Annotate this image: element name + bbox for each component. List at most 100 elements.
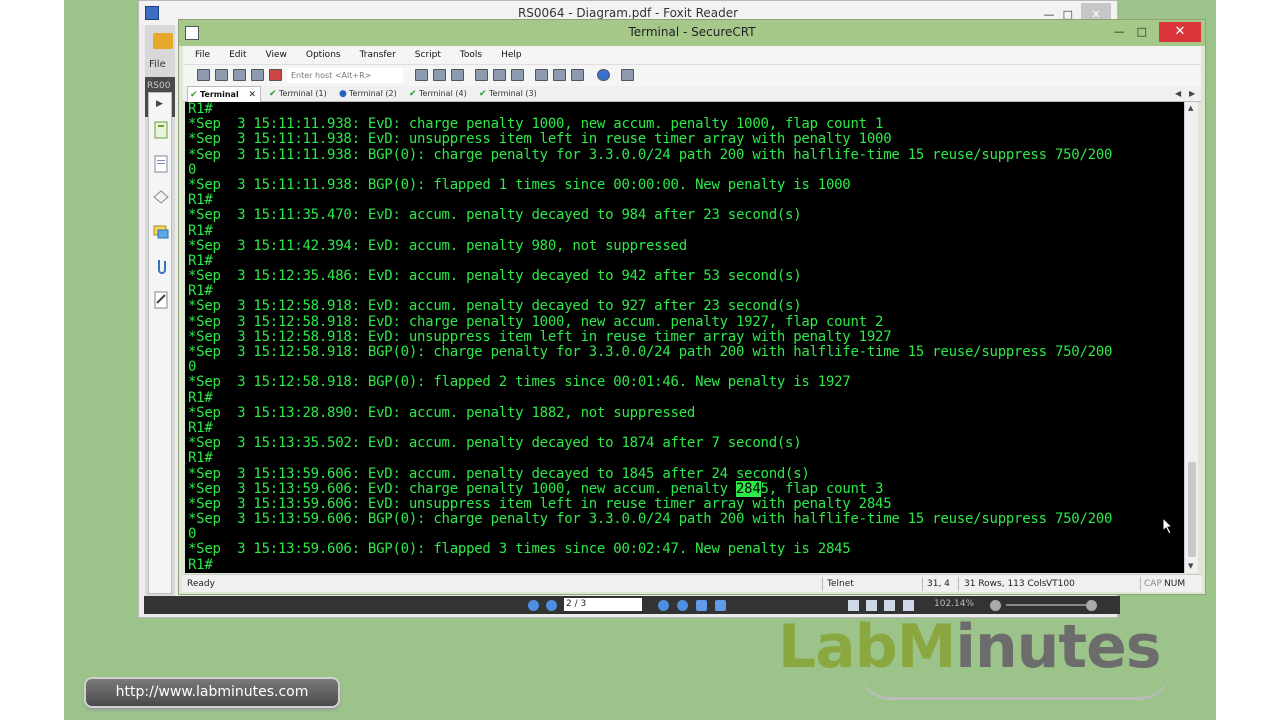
- find-icon[interactable]: [451, 69, 464, 81]
- disconnect-icon[interactable]: [269, 69, 282, 81]
- menu-script[interactable]: Script: [403, 46, 448, 64]
- terminal-line: R1#: [188, 252, 213, 269]
- attachments-icon[interactable]: [153, 257, 169, 275]
- scroll-down-icon[interactable]: ▼: [1188, 562, 1193, 570]
- terminal-line: R1#: [188, 222, 213, 239]
- terminal-line: *Sep 3 15:13:59.606: EvD: charge penalty…: [188, 480, 884, 497]
- connect-icon[interactable]: [197, 69, 210, 81]
- terminal-line: *Sep 3 15:11:11.938: EvD: unsuppress ite…: [188, 131, 892, 148]
- connected-check-icon: ✔: [479, 89, 487, 99]
- terminal-line: *Sep 3 15:11:11.938: BGP(0): charge pena…: [188, 146, 1113, 163]
- tab-scroll-left-icon[interactable]: ◀: [1175, 86, 1181, 102]
- global-options-icon[interactable]: [493, 69, 506, 81]
- print-icon[interactable]: [511, 69, 524, 81]
- layers-icon[interactable]: [153, 189, 169, 207]
- tab-terminal-2[interactable]: ● Terminal (2): [337, 86, 405, 102]
- foxit-navigation-panel: ▶: [148, 92, 172, 594]
- terminal-line: *Sep 3 15:13:59.606: EvD: accum. penalty…: [188, 465, 810, 482]
- session-tab-bar: ✔ Terminal ✕ ✔ Terminal (1) ● Terminal (…: [183, 86, 1201, 102]
- facing-layout-icon[interactable]: [884, 600, 895, 611]
- pages-icon[interactable]: [153, 155, 169, 173]
- connect-in-tab-icon[interactable]: [233, 69, 246, 81]
- status-separator: [822, 577, 823, 591]
- tab-scroll-right-icon[interactable]: ▶: [1189, 86, 1195, 102]
- tab-terminal-3[interactable]: ✔ Terminal (3): [477, 86, 545, 102]
- tab-close-icon[interactable]: ✕: [248, 87, 256, 103]
- tab-terminal-4[interactable]: ✔ Terminal (4): [407, 86, 475, 102]
- sftp-icon[interactable]: [535, 69, 548, 81]
- terminal-line: *Sep 3 15:12:58.918: EvD: charge penalty…: [188, 313, 884, 330]
- mouse-pointer-icon: [1163, 518, 1173, 534]
- menu-transfer[interactable]: Transfer: [348, 46, 403, 64]
- menu-help[interactable]: Help: [489, 46, 529, 64]
- scroll-up-icon[interactable]: ▲: [1188, 104, 1193, 112]
- map-icon[interactable]: [621, 69, 634, 81]
- back-view-icon[interactable]: [696, 600, 707, 611]
- session-options-icon[interactable]: [475, 69, 488, 81]
- crt-maximize-icon[interactable]: □: [1137, 20, 1147, 44]
- terminal-line: 0: [188, 359, 197, 376]
- logo-swoosh: [860, 670, 1170, 700]
- forward-view-icon[interactable]: [715, 600, 726, 611]
- first-page-icon[interactable]: [528, 600, 539, 611]
- crt-close-icon[interactable]: ✕: [1159, 22, 1201, 42]
- terminal-line: R1#: [188, 450, 213, 467]
- signature-icon[interactable]: [153, 291, 169, 309]
- tab-label: Terminal (2): [349, 89, 397, 98]
- last-page-icon[interactable]: [677, 600, 688, 611]
- info-icon: ●: [339, 89, 347, 99]
- zoom-in-icon[interactable]: [1086, 600, 1097, 611]
- status-terminal-size: 31 Rows, 113 Cols: [964, 579, 1047, 589]
- menu-file[interactable]: File: [183, 46, 217, 64]
- menu-tools[interactable]: Tools: [448, 46, 489, 64]
- crt-title-bar: Terminal - SecureCRT — □ ✕: [179, 20, 1205, 46]
- crt-status-bar: Ready Telnet 31, 4 31 Rows, 113 Cols VT1…: [182, 574, 1202, 592]
- zoom-slider[interactable]: [1006, 604, 1086, 606]
- foxit-window-title: RS0064 - Diagram.pdf - Foxit Reader: [517, 6, 739, 20]
- zoom-out-icon[interactable]: [990, 600, 1001, 611]
- terminal-scrollbar[interactable]: ▲ ▼: [1184, 102, 1198, 573]
- next-page-icon[interactable]: [658, 600, 669, 611]
- tab-terminal[interactable]: ✔ Terminal ✕: [187, 86, 261, 102]
- menu-view[interactable]: View: [254, 46, 294, 64]
- comments-icon[interactable]: [153, 223, 169, 241]
- terminal-line: *Sep 3 15:11:35.470: EvD: accum. penalty…: [188, 207, 802, 224]
- help-icon[interactable]: [597, 69, 610, 81]
- continuous-facing-layout-icon[interactable]: [903, 600, 914, 611]
- single-page-layout-icon[interactable]: [848, 600, 859, 611]
- terminal-line: *Sep 3 15:12:58.918: EvD: unsuppress ite…: [188, 328, 892, 345]
- previous-page-icon[interactable]: [546, 600, 557, 611]
- terminal-line: *Sep 3 15:12:58.918: EvD: accum. penalty…: [188, 298, 802, 315]
- crt-minimize-icon[interactable]: —: [1114, 20, 1125, 44]
- tab-terminal-1[interactable]: ✔ Terminal (1): [267, 86, 335, 102]
- menu-options[interactable]: Options: [294, 46, 348, 64]
- quick-connect-icon[interactable]: [215, 69, 228, 81]
- terminal-line: *Sep 3 15:11:42.394: EvD: accum. penalty…: [188, 237, 687, 254]
- status-separator: [922, 577, 923, 591]
- terminal-line: *Sep 3 15:11:11.938: EvD: charge penalty…: [188, 116, 884, 133]
- panel-expand-icon[interactable]: ▶: [156, 99, 163, 109]
- tab-label: Terminal: [200, 90, 239, 99]
- foxit-file-menu[interactable]: File: [149, 59, 166, 70]
- bookmarks-icon[interactable]: [153, 121, 169, 139]
- status-separator: [958, 577, 959, 591]
- paste-icon[interactable]: [433, 69, 446, 81]
- tab-label: Terminal (4): [419, 89, 467, 98]
- scrollbar-thumb[interactable]: [1188, 462, 1196, 557]
- enter-host-input[interactable]: Enter host <Alt+R>: [287, 68, 403, 83]
- reconnect-icon[interactable]: [251, 69, 264, 81]
- open-folder-icon[interactable]: [153, 33, 173, 49]
- page-number-input[interactable]: 2 / 3: [564, 598, 642, 611]
- terminal-line: R1#: [188, 556, 213, 573]
- keymap-icon[interactable]: [553, 69, 566, 81]
- key-icon[interactable]: [571, 69, 584, 81]
- zoom-level[interactable]: 102.14%: [934, 599, 974, 609]
- terminal-output[interactable]: R1# *Sep 3 15:11:11.938: EvD: charge pena…: [185, 102, 1184, 573]
- status-num-lock: NUM: [1164, 579, 1186, 589]
- connected-check-icon: ✔: [269, 89, 277, 99]
- copy-icon[interactable]: [415, 69, 428, 81]
- continuous-layout-icon[interactable]: [866, 600, 877, 611]
- foxit-app-icon: [145, 6, 159, 20]
- status-emulation: VT100: [1046, 579, 1075, 589]
- menu-edit[interactable]: Edit: [217, 46, 253, 64]
